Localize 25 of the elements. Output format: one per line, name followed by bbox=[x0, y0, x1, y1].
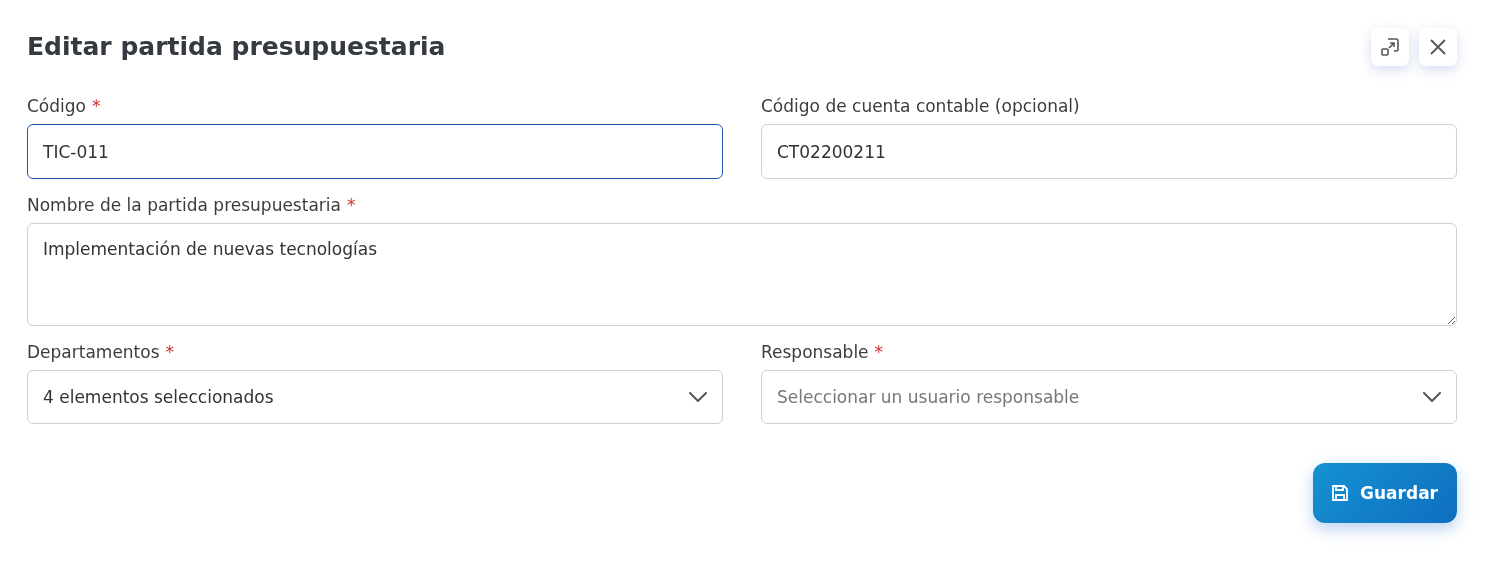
field-label: Código de cuenta contable (opcional) bbox=[761, 96, 1080, 116]
restore-icon bbox=[1380, 37, 1400, 57]
required-mark: * bbox=[92, 96, 101, 116]
field-label: Responsable bbox=[761, 342, 869, 362]
close-icon bbox=[1429, 38, 1447, 56]
text-area[interactable]: Implementación de nuevas tecnologías bbox=[27, 223, 1457, 326]
text-field[interactable]: CT02200211 bbox=[761, 124, 1457, 179]
save-button[interactable]: Guardar bbox=[1313, 463, 1457, 523]
dropdown-field[interactable]: Seleccionar un usuario responsable bbox=[761, 370, 1457, 424]
dropdown-placeholder: Seleccionar un usuario responsable bbox=[777, 387, 1080, 407]
dialog-title: Editar partida presupuestaria bbox=[27, 32, 446, 61]
dropdown-value: 4 elementos seleccionados bbox=[43, 387, 274, 407]
restore-button[interactable] bbox=[1371, 28, 1409, 66]
text-field[interactable]: TIC-011 bbox=[27, 124, 723, 179]
required-mark: * bbox=[165, 342, 175, 362]
field-label: Departamentos bbox=[27, 342, 160, 362]
field-label: Nombre de la partida presupuestaria bbox=[27, 195, 341, 215]
save-icon bbox=[1330, 483, 1351, 503]
dropdown-field[interactable]: 4 elementos seleccionados bbox=[27, 370, 723, 424]
chevron-down-icon bbox=[1423, 392, 1441, 402]
close-button[interactable] bbox=[1419, 28, 1457, 66]
chevron-down-icon bbox=[689, 392, 707, 402]
field-label: Código bbox=[27, 96, 86, 116]
required-mark: * bbox=[346, 195, 356, 215]
required-mark: * bbox=[874, 342, 884, 362]
